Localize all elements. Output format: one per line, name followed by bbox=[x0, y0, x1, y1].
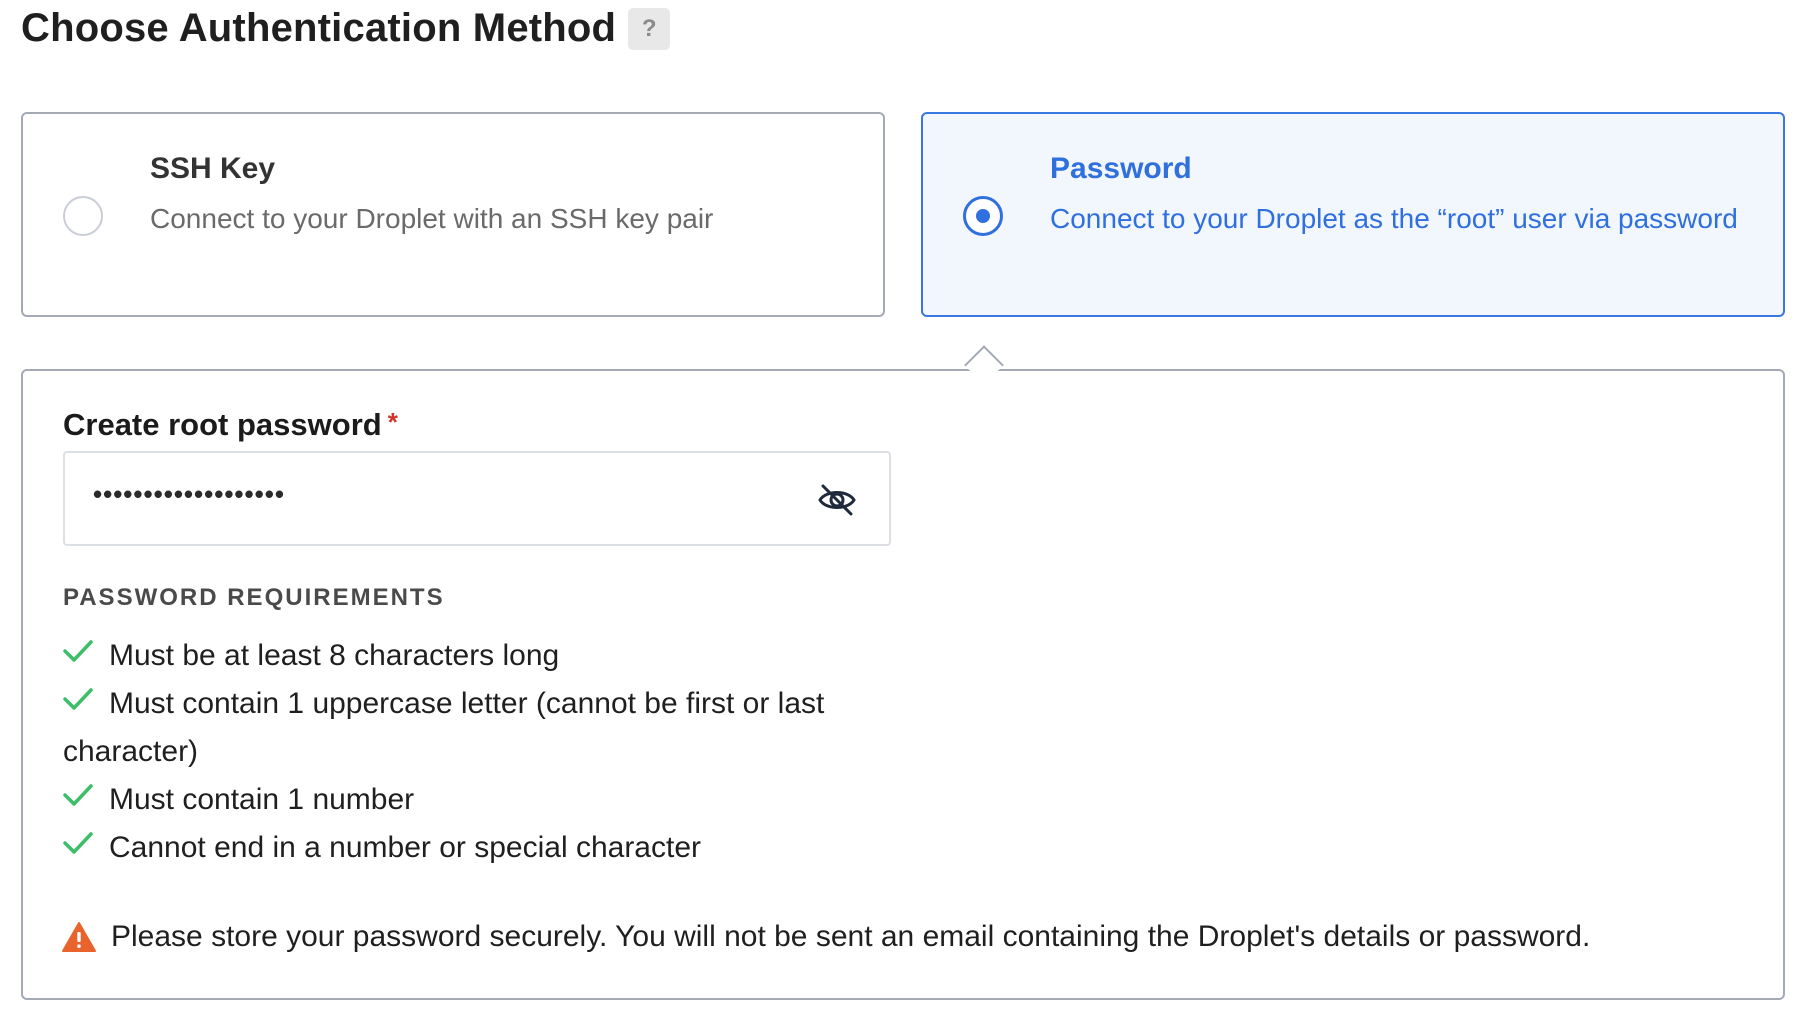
radio-selected-dot bbox=[976, 209, 990, 223]
authentication-method-section: Choose Authentication Method ? SSH Key C… bbox=[0, 0, 1815, 1016]
password-description: Connect to your Droplet as the “root” us… bbox=[1050, 203, 1738, 234]
requirement-text: Must contain 1 uppercase letter (cannot … bbox=[63, 687, 825, 768]
requirement-text: Cannot end in a number or special charac… bbox=[109, 831, 702, 864]
password-masked-value: ••••••••••••••••••• bbox=[93, 479, 285, 509]
ssh-key-option-text: SSH Key Connect to your Droplet with an … bbox=[150, 152, 840, 241]
ssh-key-radio[interactable] bbox=[63, 196, 103, 236]
ssh-key-option[interactable]: SSH Key Connect to your Droplet with an … bbox=[21, 112, 885, 317]
requirement-text: Must contain 1 number bbox=[109, 783, 415, 816]
password-input[interactable]: ••••••••••••••••••• bbox=[63, 451, 891, 546]
requirement-text: Must be at least 8 characters long bbox=[109, 639, 560, 672]
check-icon bbox=[63, 688, 93, 710]
security-warning: Please store your password securely. You… bbox=[61, 920, 1590, 954]
check-icon bbox=[63, 832, 93, 854]
requirements-title: PASSWORD REQUIREMENTS bbox=[63, 584, 445, 611]
ssh-key-title: SSH Key bbox=[150, 152, 276, 185]
eye-slash-icon[interactable] bbox=[817, 483, 857, 517]
check-icon bbox=[63, 784, 93, 806]
warning-text: Please store your password securely. You… bbox=[111, 920, 1591, 953]
required-asterisk: * bbox=[387, 407, 398, 437]
password-radio[interactable] bbox=[963, 196, 1003, 236]
heading-row: Choose Authentication Method ? bbox=[21, 6, 671, 51]
requirement-item: Must contain 1 uppercase letter (cannot … bbox=[63, 680, 883, 776]
help-icon[interactable]: ? bbox=[628, 7, 671, 50]
requirement-item: Cannot end in a number or special charac… bbox=[63, 824, 883, 872]
password-field-label: Create root password * bbox=[63, 407, 398, 443]
password-title: Password bbox=[1050, 152, 1192, 185]
password-option-text: Password Connect to your Droplet as the … bbox=[1050, 152, 1740, 241]
page-title: Choose Authentication Method bbox=[21, 6, 617, 50]
password-option[interactable]: Password Connect to your Droplet as the … bbox=[921, 112, 1785, 317]
requirements-list: Must be at least 8 characters long Must … bbox=[63, 632, 883, 872]
check-icon bbox=[63, 640, 93, 662]
ssh-key-description: Connect to your Droplet with an SSH key … bbox=[150, 203, 714, 234]
requirement-item: Must be at least 8 characters long bbox=[63, 632, 883, 680]
requirement-item: Must contain 1 number bbox=[63, 776, 883, 824]
warning-icon bbox=[62, 922, 96, 952]
password-label-text: Create root password bbox=[63, 407, 382, 442]
